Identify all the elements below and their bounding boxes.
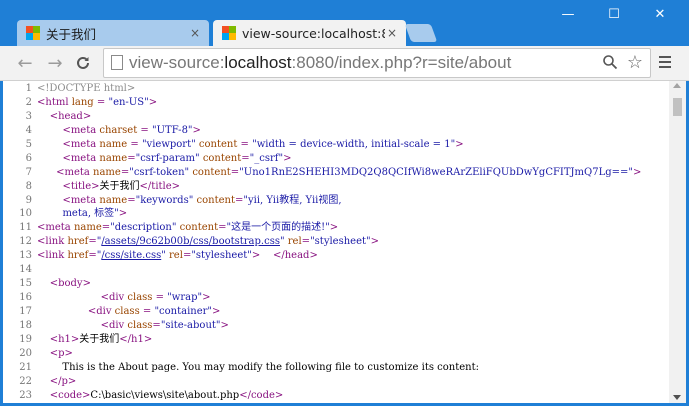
source-line: 4 <meta charset = "UTF-8"> [3, 124, 665, 138]
line-number: 14 [19, 264, 32, 276]
line-number: 3 [25, 110, 32, 122]
line-source: <link href="/css/site.css" rel="styleshe… [37, 250, 318, 262]
line-source: <div class="site-about"> [100, 319, 229, 331]
forward-arrow-icon[interactable]: → [44, 52, 66, 74]
line-number: 22 [19, 375, 32, 387]
tab-close-icon[interactable]: × [385, 26, 399, 40]
line-source: <code>C:\basic\views\site\about.php</cod… [49, 389, 284, 401]
line-source: meta, 标签"> [62, 208, 128, 220]
source-line: 14 [3, 263, 665, 277]
line-number: 11 [19, 222, 32, 234]
line-number: 20 [19, 347, 32, 359]
line-number: 4 [25, 124, 32, 136]
tab-close-icon[interactable]: × [188, 26, 202, 40]
line-number: 6 [25, 152, 32, 164]
line-source: <title>关于我们</title> [62, 180, 181, 192]
line-source: <div class = "wrap"> [100, 292, 211, 304]
tab-view-source[interactable]: view-source:localhost:80 × [213, 20, 406, 46]
line-source: <link href="/assets/9c62b00b/css/bootstr… [37, 236, 379, 248]
source-line: 23 <code>C:\basic\views\site\about.php</… [3, 389, 665, 403]
address-bar[interactable]: view-source:localhost:8080/index.php?r=s… [103, 48, 651, 78]
line-number: 10 [19, 208, 32, 220]
line-source: <meta name="description" content="这是一个页面… [37, 222, 339, 234]
line-source: <meta name="csrf-token" content="Uno1RnE… [56, 166, 642, 178]
browser-window: — ☐ ✕ 关于我们 × view-source:localhost:80 × … [0, 0, 689, 406]
line-number: 15 [19, 278, 32, 290]
hamburger-menu-icon[interactable] [654, 53, 676, 73]
source-line: 20 <p> [3, 347, 665, 361]
reload-icon[interactable] [72, 52, 94, 74]
line-source: <html lang = "en-US"> [37, 96, 158, 108]
source-line: 11 <meta name="description" content="这是一个… [3, 221, 665, 235]
line-number: 18 [19, 319, 32, 331]
tab-about[interactable]: 关于我们 × [17, 20, 209, 46]
scroll-down-icon[interactable] [673, 395, 681, 400]
line-source: <body> [49, 278, 91, 290]
line-source: </p> [49, 375, 77, 387]
source-code: 1 <!DOCTYPE html> 2 <html lang = "en-US"> 3 … [3, 82, 665, 403]
line-source: <meta name="csrf-param" content="_csrf"> [62, 152, 292, 164]
line-number: 5 [25, 138, 32, 150]
source-line: 19 <h1>关于我们</h1> [3, 333, 665, 347]
source-line: 15 <body> [3, 277, 665, 291]
line-source: <meta charset = "UTF-8"> [62, 124, 201, 136]
page-icon [111, 55, 123, 70]
line-source: <!DOCTYPE html> [37, 83, 136, 94]
url-host: localhost [224, 53, 292, 72]
url-text[interactable]: view-source:localhost:8080/index.php?r=s… [129, 53, 511, 73]
line-number: 9 [25, 194, 32, 206]
magnifier-icon[interactable] [602, 54, 618, 74]
source-line: 2 <html lang = "en-US"> [3, 96, 665, 110]
line-source: <meta name = "viewport" content = "width… [62, 138, 464, 150]
line-source: <p> [49, 347, 73, 359]
source-line: 18 <div class="site-about"> [3, 319, 665, 333]
tab-title: 关于我们 [46, 26, 97, 42]
source-line: 5 <meta name = "viewport" content = "wid… [3, 138, 665, 152]
line-number: 8 [25, 180, 32, 192]
line-number: 7 [25, 166, 32, 178]
line-number: 12 [19, 236, 32, 248]
source-line: 9 <meta name="keywords" content="yii, Yi… [3, 194, 665, 208]
tab-strip: 关于我们 × view-source:localhost:80 × [0, 16, 689, 46]
source-line: 8 <title>关于我们</title> [3, 180, 665, 194]
line-number: 2 [25, 96, 32, 108]
vertical-scrollbar[interactable] [669, 81, 686, 403]
source-line: 17 <div class = "container"> [3, 305, 665, 319]
line-number: 17 [19, 306, 32, 317]
url-path: :8080/index.php?r=site/about [291, 53, 512, 72]
source-line: 16 <div class = "wrap"> [3, 291, 665, 305]
line-number: 21 [19, 361, 32, 373]
line-source: <div class = "container"> [87, 306, 221, 317]
back-arrow-icon[interactable]: ← [14, 52, 36, 74]
star-icon[interactable]: ☆ [627, 52, 643, 73]
favicon-icon [222, 26, 236, 40]
source-line: 6 <meta name="csrf-param" content="_csrf… [3, 152, 665, 166]
line-number: 1 [25, 83, 32, 94]
line-number: 23 [19, 389, 32, 401]
source-line: 10 meta, 标签"> [3, 207, 665, 221]
source-line: 13 <link href="/css/site.css" rel="styles… [3, 249, 665, 263]
source-line: 12 <link href="/assets/9c62b00b/css/boots… [3, 235, 665, 249]
line-number: 13 [19, 250, 32, 262]
scroll-up-icon[interactable] [673, 83, 681, 88]
line-number: 16 [19, 292, 32, 304]
scrollbar-thumb[interactable] [673, 98, 682, 116]
source-line: 22 </p> [3, 375, 665, 389]
line-number: 19 [19, 333, 32, 345]
source-line: 21 This is the About page. You may modif… [3, 361, 665, 375]
line-source: <head> [49, 110, 92, 122]
line-source: <h1>关于我们</h1> [49, 333, 153, 345]
tab-title: view-source:localhost:80 [242, 25, 385, 41]
url-scheme: view-source: [129, 53, 225, 72]
source-line: 1 <!DOCTYPE html> [3, 82, 665, 96]
source-line: 7 <meta name="csrf-token" content="Uno1R… [3, 166, 665, 180]
view-source-content: 1 <!DOCTYPE html> 2 <html lang = "en-US"> 3 … [3, 81, 686, 403]
toolbar: ← → view-source:localhost:8080/index.php… [0, 46, 689, 81]
line-source: <meta name="keywords" content="yii, Yii教… [62, 194, 342, 206]
new-tab-button[interactable] [404, 24, 438, 42]
line-source: This is the About page. You may modify t… [37, 361, 479, 373]
favicon-icon [26, 26, 40, 40]
source-line: 3 <head> [3, 110, 665, 124]
